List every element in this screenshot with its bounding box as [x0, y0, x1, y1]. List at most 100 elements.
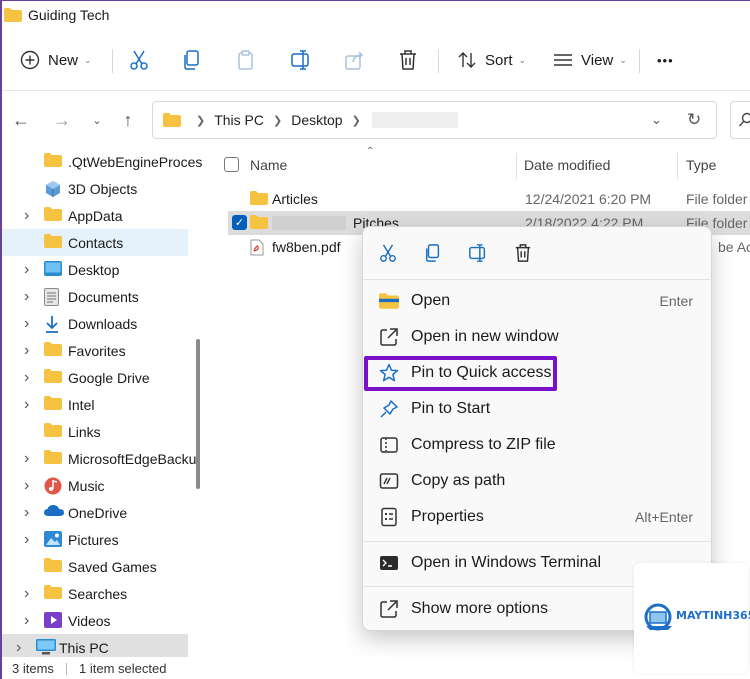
breadcrumb-desktop[interactable]: Desktop	[291, 112, 342, 128]
refresh-icon[interactable]: ↻	[687, 110, 701, 130]
new-button[interactable]: New ⌄	[20, 29, 92, 91]
sidebar-item-contacts[interactable]: Contacts	[2, 229, 188, 256]
rename-button[interactable]	[464, 239, 492, 267]
forward-button[interactable]: →	[49, 107, 75, 133]
chevron-right-icon[interactable]: ›	[24, 504, 29, 522]
address-bar[interactable]: ❯ This PC ❯ Desktop ❯ ⌄ ↻	[152, 101, 717, 139]
delete-button[interactable]	[398, 29, 418, 91]
sidebar-item-label: OneDrive	[68, 504, 128, 521]
column-header-name[interactable]: Name	[250, 153, 287, 177]
sort-button[interactable]: Sort ⌄	[457, 29, 526, 91]
more-dots-icon: •••	[657, 52, 674, 68]
sidebar-item-videos[interactable]: › Videos	[2, 607, 188, 634]
sidebar-item-3d-objects[interactable]: 3D Objects	[2, 175, 188, 202]
column-header-date[interactable]: Date modified	[524, 153, 610, 177]
menu-item-pin-start[interactable]: Pin to Start	[367, 392, 709, 426]
sidebar-item-searches[interactable]: › Searches	[2, 580, 188, 607]
copy-button[interactable]	[419, 239, 447, 267]
search-button[interactable]	[730, 101, 750, 139]
cut-button[interactable]	[374, 239, 402, 267]
zip-icon	[378, 435, 400, 455]
toolbar-divider	[438, 49, 439, 73]
view-icon	[554, 54, 572, 66]
menu-item-label: Open in new window	[411, 328, 559, 345]
back-button[interactable]: ←	[8, 107, 34, 133]
menu-item-label: Open	[411, 292, 451, 309]
copy-button[interactable]	[182, 29, 202, 91]
sidebar-item-links[interactable]: Links	[2, 418, 188, 445]
folder-icon	[250, 191, 268, 205]
cut-button[interactable]	[129, 29, 149, 91]
scissors-icon	[130, 50, 148, 70]
sidebar-item-microsoftedgebacku[interactable]: › MicrosoftEdgeBacku	[2, 445, 196, 472]
sidebar-item-downloads[interactable]: › Downloads	[2, 310, 188, 337]
sidebar-item-desktop[interactable]: › Desktop	[2, 256, 188, 283]
sidebar-item-documents[interactable]: › Documents	[2, 283, 188, 310]
rename-button[interactable]	[290, 29, 312, 91]
folder-icon	[44, 342, 62, 359]
title-bar: Guiding Tech	[2, 1, 750, 29]
folder-icon	[250, 215, 268, 229]
breadcrumb-this-pc[interactable]: This PC	[214, 112, 264, 128]
sidebar-item-label: Saved Games	[68, 558, 157, 575]
file-row[interactable]: Articles 12/24/2021 6:20 PM File folder	[228, 187, 750, 211]
chevron-right-icon[interactable]: ›	[24, 261, 29, 279]
chevron-right-icon[interactable]: ›	[24, 342, 29, 360]
sidebar-item-music[interactable]: › Music	[2, 472, 188, 499]
sidebar-item-favorites[interactable]: › Favorites	[2, 337, 188, 364]
chevron-right-icon[interactable]: ›	[24, 585, 29, 603]
paste-button[interactable]	[236, 29, 256, 91]
up-button[interactable]: ↑	[115, 107, 141, 133]
sidebar-item-this-pc[interactable]: › This PC	[2, 634, 188, 657]
trash-icon	[515, 244, 531, 262]
chevron-right-icon[interactable]: ›	[24, 477, 29, 495]
chevron-right-icon[interactable]: ›	[24, 612, 29, 630]
chevron-down-icon: ⌄	[92, 114, 102, 127]
select-all-checkbox[interactable]	[224, 157, 239, 172]
sidebar-item-pictures[interactable]: › Pictures	[2, 526, 188, 553]
menu-item-open-new-window[interactable]: Open in new window	[367, 320, 709, 354]
menu-item-compress-zip[interactable]: Compress to ZIP file	[367, 428, 709, 462]
plus-circle-icon	[20, 50, 40, 70]
chevron-right-icon[interactable]: ›	[24, 531, 29, 549]
sidebar-item-label: Contacts	[68, 234, 124, 251]
sidebar-item-google-drive[interactable]: › Google Drive	[2, 364, 188, 391]
more-options-button[interactable]: •••	[657, 29, 674, 91]
share-button[interactable]	[344, 29, 366, 91]
sidebar-item-intel[interactable]: › Intel	[2, 391, 188, 418]
menu-item-copy-as-path[interactable]: Copy as path	[367, 464, 709, 498]
chevron-right-icon[interactable]: ›	[24, 315, 29, 333]
address-dropdown-icon[interactable]: ⌄	[651, 112, 662, 128]
sidebar-scrollbar[interactable]	[196, 339, 200, 489]
folder-icon	[44, 558, 62, 575]
chevron-right-icon: ❯	[351, 114, 361, 127]
music-icon	[44, 477, 62, 498]
scissors-icon	[380, 244, 396, 262]
recent-locations-button[interactable]: ⌄	[84, 107, 110, 133]
paste-icon	[238, 50, 253, 70]
delete-button[interactable]	[509, 239, 537, 267]
command-bar: New ⌄ Sort ⌄ View ⌄ •••	[2, 29, 750, 91]
sidebar-item-appdata[interactable]: › AppData	[2, 202, 188, 229]
chevron-right-icon[interactable]: ›	[24, 396, 29, 414]
menu-item-open[interactable]: Open Enter	[367, 284, 709, 318]
sidebar-item-qtwebengineproces[interactable]: .QtWebEngineProces	[2, 148, 202, 175]
properties-icon	[378, 507, 400, 527]
chevron-right-icon: ❯	[196, 114, 206, 127]
chevron-right-icon[interactable]: ›	[24, 369, 29, 387]
folder-open-icon	[378, 291, 400, 311]
file-explorer-window: Guiding Tech New ⌄ Sort ⌄ View ⌄ ••• ← →…	[0, 0, 750, 679]
sidebar-item-label: Downloads	[68, 315, 138, 332]
chevron-right-icon[interactable]: ›	[24, 288, 29, 306]
menu-item-properties[interactable]: Properties Alt+Enter	[367, 500, 709, 534]
copy-icon	[425, 244, 440, 262]
view-button[interactable]: View ⌄	[553, 29, 627, 91]
column-header-type[interactable]: Type	[686, 153, 716, 177]
chevron-right-icon[interactable]: ›	[16, 639, 21, 657]
sidebar-item-onedrive[interactable]: › OneDrive	[2, 499, 188, 526]
chevron-right-icon[interactable]: ›	[24, 450, 29, 468]
chevron-right-icon[interactable]: ›	[24, 207, 29, 225]
sidebar-item-saved-games[interactable]: Saved Games	[2, 553, 188, 580]
row-checkbox[interactable]: ✓	[232, 215, 247, 230]
sidebar-item-label: Searches	[68, 585, 128, 602]
